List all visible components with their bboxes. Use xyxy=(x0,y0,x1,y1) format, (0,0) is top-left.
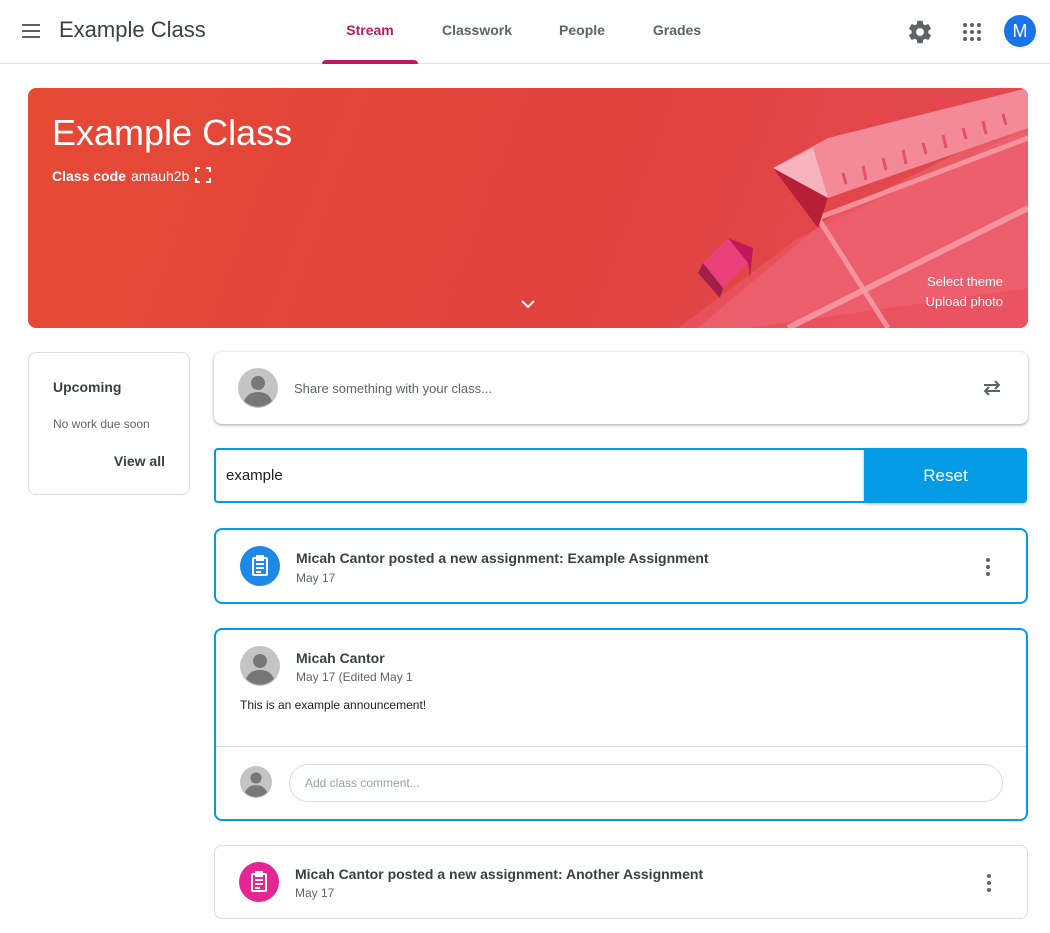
avatar xyxy=(240,766,272,803)
chevron-down-icon[interactable] xyxy=(518,294,538,314)
more-vert-icon[interactable] xyxy=(976,555,1000,579)
share-placeholder: Share something with your class... xyxy=(294,381,492,396)
tab-stream[interactable]: Stream xyxy=(322,0,418,64)
view-all-link[interactable]: View all xyxy=(114,453,165,469)
upcoming-empty-text: No work due soon xyxy=(53,417,150,431)
assignment-icon xyxy=(239,862,279,902)
avatar xyxy=(240,646,280,691)
post-author: Micah Cantor xyxy=(296,650,385,666)
select-theme-link[interactable]: Select theme xyxy=(927,274,1003,289)
reset-button[interactable]: Reset xyxy=(864,448,1027,503)
divider xyxy=(216,746,1026,747)
tab-grades[interactable]: Grades xyxy=(640,0,714,64)
search-input[interactable] xyxy=(214,448,864,503)
class-comment-input[interactable] xyxy=(289,764,1003,802)
avatar xyxy=(238,368,278,413)
stream-item-assignment[interactable]: Micah Cantor posted a new assignment: An… xyxy=(214,845,1028,919)
banner-class-title: Example Class xyxy=(52,112,293,153)
banner-illustration xyxy=(678,88,1028,328)
account-avatar[interactable]: M xyxy=(1004,15,1036,47)
fullscreen-icon[interactable] xyxy=(195,167,211,183)
upcoming-card: Upcoming No work due soon View all xyxy=(28,352,190,495)
upload-photo-link[interactable]: Upload photo xyxy=(926,294,1003,309)
stream-item-assignment[interactable]: Micah Cantor posted a new assignment: Ex… xyxy=(214,528,1028,604)
class-code-value: amauh2b xyxy=(131,168,190,184)
top-app-bar: Example Class Stream Classwork People Gr… xyxy=(0,0,1050,64)
assignment-icon xyxy=(240,546,280,586)
post-title: Micah Cantor posted a new assignment: Ex… xyxy=(296,550,709,566)
tab-classwork[interactable]: Classwork xyxy=(430,0,524,64)
post-title: Micah Cantor posted a new assignment: An… xyxy=(295,866,704,882)
stream-item-announcement[interactable]: Micah Cantor May 17 (Edited May 1 This i… xyxy=(214,628,1028,821)
post-date: May 17 (Edited May 1 xyxy=(296,670,413,684)
class-code-label: Class code xyxy=(52,168,126,184)
post-date: May 17 xyxy=(296,571,336,585)
repost-icon[interactable] xyxy=(980,376,1004,400)
share-box[interactable]: Share something with your class... xyxy=(214,352,1028,424)
tab-people[interactable]: People xyxy=(548,0,616,64)
class-banner: Example Class Class code amauh2b Select … xyxy=(28,88,1028,328)
announcement-text: This is an example announcement! xyxy=(240,698,427,712)
post-date: May 17 xyxy=(295,886,335,900)
app-title[interactable]: Example Class xyxy=(59,17,206,43)
apps-icon[interactable] xyxy=(954,14,990,50)
settings-icon[interactable] xyxy=(902,14,938,50)
menu-icon[interactable] xyxy=(18,18,44,44)
more-vert-icon[interactable] xyxy=(977,871,1001,895)
upcoming-title: Upcoming xyxy=(53,379,122,395)
